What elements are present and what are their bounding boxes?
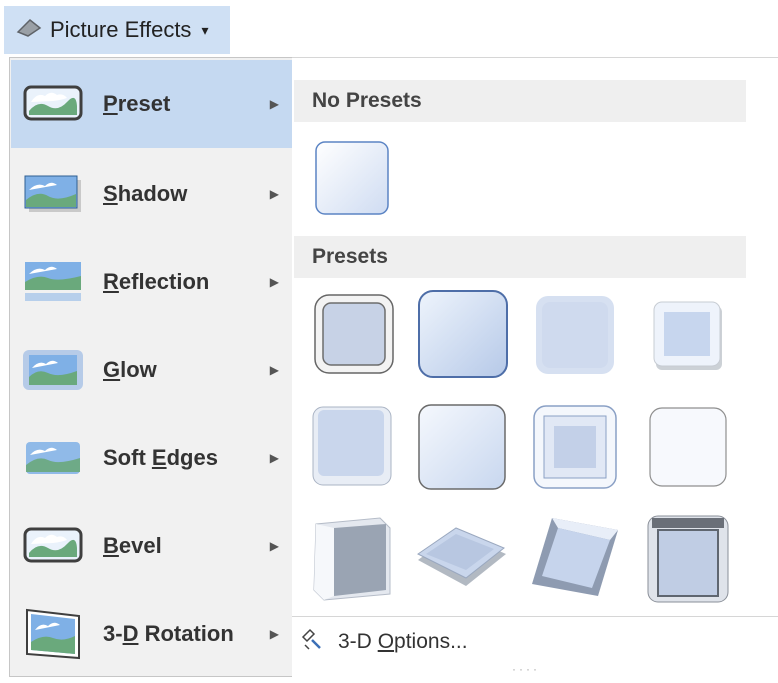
menu-item-label: Reflection	[103, 269, 210, 294]
soft-edges-thumbnail-icon	[23, 438, 83, 478]
presets-header: Presets	[294, 236, 746, 278]
menu-item-3d-rotation[interactable]: 3-D Rotation ▶	[11, 590, 293, 678]
menu-item-glow[interactable]: Glow ▶	[11, 326, 293, 414]
3d-options-label: 3-D Options...	[338, 630, 468, 653]
preset-5-tile[interactable]	[310, 404, 394, 488]
glow-thumbnail-icon	[23, 350, 83, 390]
preset-4-tile[interactable]	[652, 300, 726, 374]
menu-item-bevel[interactable]: Bevel ▶	[11, 502, 293, 590]
reflection-thumbnail-icon	[23, 262, 83, 302]
shadow-thumbnail-icon	[23, 174, 83, 214]
submenu-arrow-icon: ▶	[269, 275, 279, 289]
picture-effects-label: Picture Effects	[50, 17, 192, 42]
menu-item-label: Bevel	[103, 533, 162, 558]
dropdown-caret-icon: ▾	[201, 21, 209, 38]
menu-item-preset[interactable]: Preset ▶	[11, 60, 293, 148]
menu-item-label: Glow	[103, 357, 157, 382]
preset-6-tile[interactable]	[416, 402, 508, 492]
submenu-arrow-icon: ▶	[269, 539, 279, 553]
3d-rotation-thumbnail-icon	[23, 606, 83, 662]
3d-options-icon	[300, 627, 324, 657]
preset-2-tile[interactable]	[416, 288, 510, 380]
preset-7-tile[interactable]	[532, 404, 618, 490]
menu-item-label: Shadow	[103, 181, 188, 206]
preset-gallery: No Presets Presets	[292, 57, 778, 683]
submenu-arrow-icon: ▶	[269, 451, 279, 465]
resize-grip[interactable]: ····	[512, 662, 540, 676]
gallery-divider	[292, 616, 778, 617]
preset-8-tile[interactable]	[648, 406, 728, 488]
picture-effects-icon	[16, 16, 42, 44]
preset-none-tile[interactable]	[314, 140, 390, 216]
preset-9-tile[interactable]	[310, 514, 394, 604]
submenu-arrow-icon: ▶	[269, 627, 279, 641]
menu-item-label: Soft Edges	[103, 445, 218, 470]
preset-3-tile[interactable]	[534, 294, 616, 376]
preset-1-tile[interactable]	[312, 292, 396, 376]
submenu-arrow-icon: ▶	[269, 97, 279, 111]
preset-thumbnail-icon	[23, 84, 83, 124]
submenu-arrow-icon: ▶	[269, 187, 279, 201]
submenu-arrow-icon: ▶	[269, 363, 279, 377]
menu-item-shadow[interactable]: Shadow ▶	[11, 150, 293, 238]
menu-item-reflection[interactable]: Reflection ▶	[11, 238, 293, 326]
no-presets-header: No Presets	[294, 80, 746, 122]
menu-item-label: Preset	[103, 91, 171, 116]
preset-10-tile[interactable]	[414, 524, 510, 594]
menu-item-label: 3-D Rotation	[103, 621, 234, 646]
effects-menu: Preset ▶ Shadow ▶ Reflection ▶ Glow ▶ So…	[9, 57, 293, 677]
bevel-thumbnail-icon	[23, 526, 83, 566]
menu-item-soft-edges[interactable]: Soft Edges ▶	[11, 414, 293, 502]
preset-11-tile[interactable]	[528, 514, 622, 600]
picture-effects-button[interactable]: Picture Effects ▾	[4, 6, 230, 54]
preset-12-tile[interactable]	[646, 514, 730, 604]
3d-options-button[interactable]: 3-D Options...	[300, 620, 468, 664]
